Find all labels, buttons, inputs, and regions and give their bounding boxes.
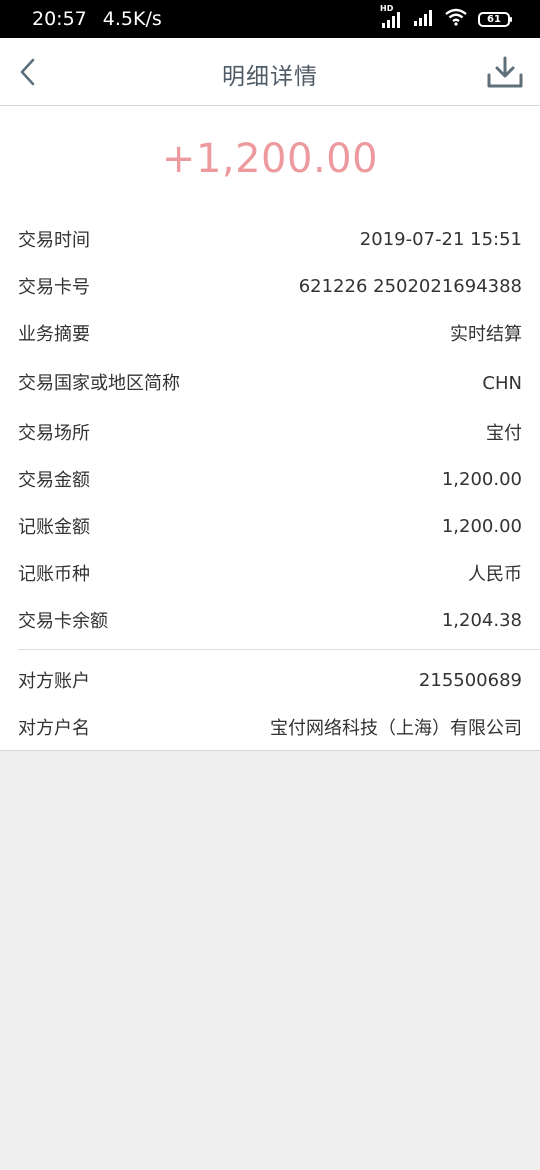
detail-row: 交易时间 2019-07-21 15:51	[0, 224, 540, 254]
detail-card: +1,200.00 交易时间 2019-07-21 15:51 交易卡号 621…	[0, 106, 540, 751]
network-speed: 4.5K/s	[102, 8, 162, 30]
detail-row: 记账币种 人民币	[0, 558, 540, 588]
detail-label: 交易金额	[18, 470, 90, 491]
counterparty-row: 对方账户 215500689	[0, 665, 540, 695]
counterparty-label: 对方账户	[18, 671, 90, 692]
detail-row: 交易金额 1,200.00	[0, 464, 540, 494]
hd-signal-icon: HD	[380, 4, 402, 28]
detail-value: CHN	[482, 372, 522, 394]
transaction-amount: +1,200.00	[161, 136, 379, 182]
status-right: HD 61	[380, 4, 512, 30]
counterparty-label: 对方户名	[18, 718, 90, 739]
detail-label: 交易国家或地区简称	[18, 372, 180, 394]
download-icon	[487, 56, 523, 88]
detail-label: 交易卡号	[18, 277, 90, 298]
card-bottom-border	[0, 750, 540, 751]
status-left: 20:57 4.5K/s	[32, 8, 162, 30]
detail-value: 宝付	[486, 423, 522, 444]
counterparty-value: 宝付网络科技（上海）有限公司	[270, 718, 522, 739]
detail-row: 交易卡余额 1,204.38	[0, 605, 540, 635]
detail-value: 1,200.00	[441, 468, 522, 490]
detail-label: 记账金额	[18, 517, 90, 538]
detail-label: 交易卡余额	[18, 611, 108, 632]
detail-value: 人民币	[468, 564, 522, 585]
hd-label: HD	[380, 4, 394, 13]
detail-value: 1,204.38	[441, 609, 522, 631]
wifi-icon	[444, 8, 468, 30]
battery-icon: 61	[478, 11, 512, 27]
section-divider	[18, 649, 540, 650]
counterparty-row: 对方户名 宝付网络科技（上海）有限公司	[0, 712, 540, 742]
status-bar: 20:57 4.5K/s HD 61	[0, 0, 540, 38]
detail-label: 业务摘要	[18, 324, 90, 345]
detail-label: 记账币种	[18, 564, 90, 585]
signal-icon	[412, 8, 434, 30]
detail-label: 交易时间	[18, 230, 90, 251]
detail-row: 记账金额 1,200.00	[0, 511, 540, 541]
page-title: 明细详情	[222, 64, 318, 90]
counterparty-value: 215500689	[418, 669, 522, 691]
detail-row: 业务摘要 实时结算	[0, 318, 540, 348]
nav-bar: 明细详情	[0, 38, 540, 106]
detail-value: 1,200.00	[441, 515, 522, 537]
status-time: 20:57	[32, 8, 87, 30]
download-button[interactable]	[486, 55, 524, 89]
detail-row: 交易场所 宝付	[0, 417, 540, 447]
detail-value: 2019-07-21 15:51	[359, 228, 522, 250]
detail-row: 交易国家或地区简称 CHN	[0, 357, 540, 409]
detail-label: 交易场所	[18, 423, 90, 444]
detail-row: 交易卡号 621226 2502021694388	[0, 271, 540, 301]
detail-value: 621226 2502021694388	[298, 275, 522, 297]
detail-value: 实时结算	[450, 324, 522, 345]
